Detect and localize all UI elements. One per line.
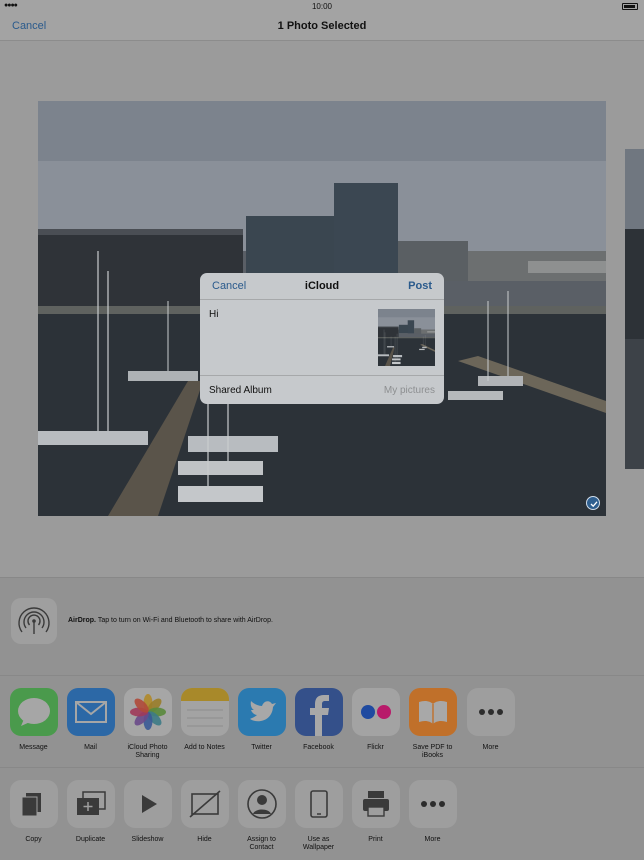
shared-album-label: Shared Album (209, 385, 272, 396)
next-photo[interactable] (625, 149, 644, 469)
action-more[interactable]: More (404, 780, 461, 844)
airdrop-description: AirDrop. Tap to turn on Wi-Fi and Blueto… (68, 617, 273, 624)
share-app-label: Mail (84, 744, 97, 751)
wallpaper-icon (294, 780, 343, 828)
photos-icon (123, 688, 172, 736)
contact-icon (237, 780, 286, 828)
airdrop-hint: Tap to turn on Wi-Fi and Bluetooth to sh… (96, 617, 273, 624)
ibooks-icon (408, 688, 457, 736)
post-button[interactable]: Post (408, 280, 432, 292)
sheet-header: Cancel iCloud Post (200, 273, 444, 300)
share-app-flickr[interactable]: Flickr (347, 688, 404, 752)
share-app-label: Twitter (251, 744, 272, 751)
shared-album-value: My pictures (383, 385, 435, 396)
action-label: Copy (25, 836, 42, 843)
action-label: Slideshow (131, 836, 164, 843)
action-duplicate[interactable]: Duplicate (62, 780, 119, 844)
action-label: Print (368, 836, 383, 843)
share-app-label: iCloud Photo Sharing (127, 744, 168, 759)
facebook-icon (294, 688, 343, 736)
print-icon (351, 780, 400, 828)
share-app-label: More (482, 744, 499, 751)
status-time: 10:00 (311, 2, 333, 11)
share-app-label: Save PDF to iBooks (412, 744, 453, 759)
notes-icon (180, 688, 229, 736)
nav-bar: Cancel 1 Photo Selected (0, 14, 644, 41)
action-assign-contact[interactable]: Assign to Contact (233, 780, 290, 852)
share-app-label: Message (19, 744, 48, 751)
share-app-mail[interactable]: Mail (62, 688, 119, 752)
message-field[interactable]: Hi (209, 309, 218, 320)
photo-thumbnail (378, 309, 435, 366)
action-label: More (424, 836, 441, 843)
airdrop-icon[interactable] (11, 598, 57, 644)
action-wallpaper[interactable]: Use as Wallpaper (290, 780, 347, 852)
hide-icon (180, 780, 229, 828)
play-icon (123, 780, 172, 828)
share-app-label: Add to Notes (184, 744, 225, 751)
share-app-message[interactable]: Message (5, 688, 62, 752)
mail-icon (66, 688, 115, 736)
twitter-icon (237, 688, 286, 736)
action-label: Assign to Contact (247, 836, 276, 851)
selected-check-icon[interactable] (586, 496, 600, 510)
share-app-twitter[interactable]: Twitter (233, 688, 290, 752)
action-copy[interactable]: Copy (5, 780, 62, 844)
share-app-label: Facebook (303, 744, 334, 751)
share-apps-row: Message Mail iCloud Photo Sharing Add to… (0, 675, 644, 768)
share-app-more[interactable]: More (462, 688, 519, 752)
share-app-label: Flickr (367, 744, 384, 751)
actions-row: Copy Duplicate Slideshow Hide Assign to … (0, 768, 644, 860)
status-bar: ●●●● 10:00 (0, 0, 644, 14)
more-icon (466, 688, 515, 736)
share-app-ibooks[interactable]: Save PDF to iBooks (404, 688, 461, 760)
flickr-icon (351, 688, 400, 736)
duplicate-icon (66, 780, 115, 828)
share-app-icloud-photo-sharing[interactable]: iCloud Photo Sharing (119, 688, 176, 760)
action-label: Hide (197, 836, 212, 843)
battery-icon (622, 3, 638, 10)
shared-album-row[interactable]: Shared Album My pictures (200, 375, 444, 404)
airdrop-section[interactable]: AirDrop. Tap to turn on Wi-Fi and Blueto… (0, 577, 644, 675)
action-hide[interactable]: Hide (176, 780, 233, 844)
icloud-share-sheet: Cancel iCloud Post Hi Shared Album My pi… (200, 273, 444, 404)
action-slideshow[interactable]: Slideshow (119, 780, 176, 844)
action-label: Use as Wallpaper (302, 836, 335, 851)
page-title: 1 Photo Selected (277, 20, 367, 32)
airdrop-title: AirDrop. (68, 617, 96, 624)
action-print[interactable]: Print (347, 780, 404, 844)
action-label: Duplicate (75, 836, 106, 843)
message-icon (9, 688, 58, 736)
share-app-facebook[interactable]: Facebook (290, 688, 347, 752)
share-app-add-to-notes[interactable]: Add to Notes (176, 688, 233, 752)
copy-icon (9, 780, 58, 828)
more-icon (408, 780, 457, 828)
